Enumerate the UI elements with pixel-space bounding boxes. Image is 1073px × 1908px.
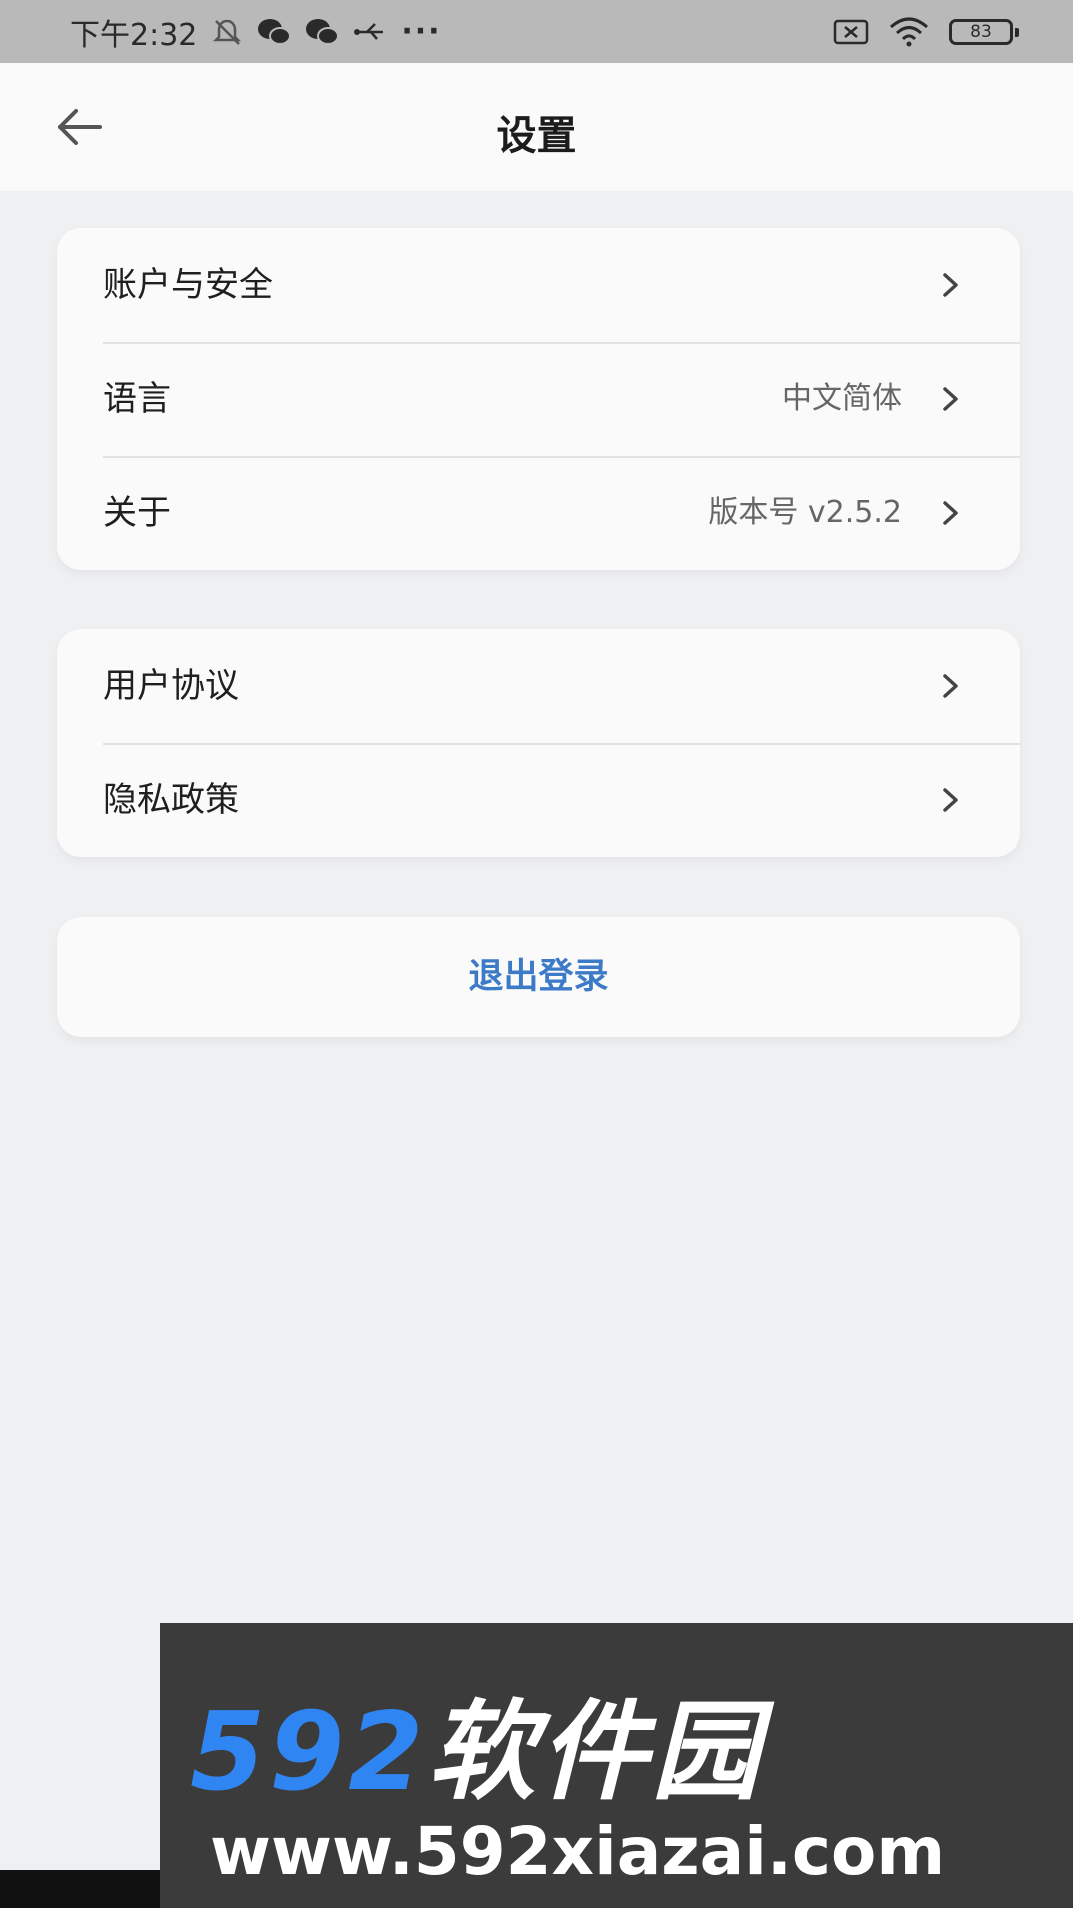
header: 设置 [0,63,1073,191]
watermark-logo: 592软件园 [190,1665,763,1821]
chevron-right-icon [943,788,958,812]
sim-x-icon [833,19,869,44]
row-label: 隐私政策 [103,780,239,820]
settings-row-language[interactable]: 语言 中文简体 [57,342,1020,456]
settings-group-legal: 用户协议 隐私政策 [57,629,1020,857]
battery-indicator: 83 [949,18,1019,45]
bell-off-icon [213,19,242,45]
wechat-icon [306,18,340,45]
settings-row-privacy-policy[interactable]: 隐私政策 [57,743,1020,857]
watermark-banner: 592软件园 www.592xiazai.com [160,1623,1073,1908]
settings-row-about[interactable]: 关于 版本号 v2.5.2 [57,456,1020,570]
settings-row-user-agreement[interactable]: 用户协议 [57,629,1020,743]
watermark-url: www.592xiazai.com [210,1813,946,1890]
page-title: 设置 [496,113,577,159]
nav-bar-strip [0,1870,160,1908]
status-time: 下午2:32 [70,17,198,53]
settings-row-account-security[interactable]: 账户与安全 [57,228,1020,342]
row-label: 账户与安全 [103,265,273,305]
more-dots-icon: ··· [401,14,442,49]
chevron-right-icon [943,501,958,525]
wechat-icon [258,18,292,45]
status-right: 83 [833,0,1019,63]
watermark-text: 软件园 [427,1690,764,1815]
watermark-number: 592 [190,1690,428,1815]
chevron-right-icon [943,273,958,297]
battery-level: 83 [970,21,992,42]
status-left: 下午2:32 ··· [70,0,442,63]
row-value: 中文简体 [782,381,902,416]
row-label: 语言 [103,379,171,419]
chevron-right-icon [943,674,958,698]
row-label: 用户协议 [103,666,239,706]
settings-group-account: 账户与安全 语言 中文简体 关于 版本号 v2.5.2 [57,228,1020,570]
usb-icon [354,22,384,40]
status-bar: 下午2:32 ··· 83 [0,0,1073,63]
wifi-icon [890,17,928,46]
chevron-right-icon [943,387,958,411]
row-value: 版本号 v2.5.2 [708,495,902,530]
row-label: 关于 [103,493,171,533]
logout-button[interactable]: 退出登录 [57,917,1020,1037]
